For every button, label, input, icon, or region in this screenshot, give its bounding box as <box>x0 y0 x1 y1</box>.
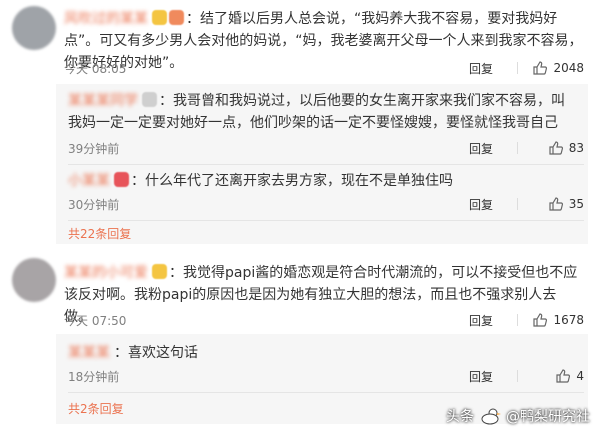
username[interactable]: 某某的小可爱 <box>64 265 148 281</box>
comment-meta: 今天 07:50 回复 1678 <box>64 310 584 330</box>
avatar[interactable] <box>12 258 56 302</box>
reply-text: 某某某同学 ：我哥曾和我妈说过，以后他要的女生离开家来我们家不容易，叫我妈一定一定… <box>68 92 565 131</box>
emoji-icon <box>142 92 157 107</box>
reply-body: 什么年代了还离开家去男方家，现在不是单独住吗 <box>145 173 453 189</box>
watermark: 头条 @鸭梨研究社 <box>446 406 590 426</box>
divider <box>517 314 518 326</box>
like-count: 2048 <box>553 61 584 75</box>
reply-thread: 某某某同学 ：我哥曾和我妈说过，以后他要的女生离开家来我们家不容易，叫我妈一定一定… <box>56 84 588 244</box>
watermark-account: @鸭梨研究社 <box>506 409 590 425</box>
like-button[interactable]: 4 <box>530 369 584 383</box>
divider <box>517 198 518 210</box>
emoji-icon <box>152 264 167 279</box>
reply-meta: 39分钟前 回复 83 <box>68 138 584 158</box>
divider <box>517 142 518 154</box>
username[interactable]: 某某某 <box>68 345 110 361</box>
like-count: 4 <box>576 369 584 383</box>
thumbs-up-icon <box>556 369 571 383</box>
reply-meta: 18分钟前 回复 4 <box>68 366 584 386</box>
reply-text: 某某某 ：喜欢这句话 <box>68 345 198 361</box>
emoji-icon <box>114 172 129 187</box>
timestamp: 今天 08:05 <box>64 61 127 76</box>
more-replies-link[interactable]: 共22条回复 <box>68 225 131 242</box>
username[interactable]: 某某某同学 <box>68 93 138 109</box>
reply-button[interactable]: 回复 <box>457 368 505 385</box>
thumbs-up-icon <box>533 61 548 75</box>
like-button[interactable]: 2048 <box>530 61 584 75</box>
timestamp: 39分钟前 <box>68 141 120 156</box>
avatar[interactable] <box>12 6 56 50</box>
like-count: 83 <box>568 141 584 155</box>
like-count: 1678 <box>553 313 584 327</box>
divider <box>517 370 518 382</box>
username[interactable]: 风吹过的某某 <box>64 11 148 27</box>
reply-button[interactable]: 回复 <box>457 196 505 213</box>
like-button[interactable]: 1678 <box>530 313 584 327</box>
divider <box>68 220 584 221</box>
reply-button[interactable]: 回复 <box>457 60 505 77</box>
reply-body: 喜欢这句话 <box>128 345 198 361</box>
watermark-prefix: 头条 <box>446 409 474 425</box>
username[interactable]: 小某某 <box>68 173 110 189</box>
reply-meta: 30分钟前 回复 35 <box>68 194 584 214</box>
timestamp: 18分钟前 <box>68 369 120 384</box>
more-replies-link[interactable]: 共2条回复 <box>68 400 124 417</box>
reply-text: 小某某 ：什么年代了还离开家去男方家，现在不是单独住吗 <box>68 172 453 189</box>
timestamp: 30分钟前 <box>68 197 120 212</box>
reply-button[interactable]: 回复 <box>457 140 505 157</box>
like-count: 35 <box>568 197 584 211</box>
divider <box>517 62 518 74</box>
thumbs-up-icon <box>549 141 563 155</box>
thumbs-up-icon <box>533 313 548 327</box>
duck-logo-icon <box>481 408 501 425</box>
like-button[interactable]: 83 <box>530 141 584 155</box>
divider <box>68 164 584 165</box>
divider <box>68 392 584 393</box>
reply-button[interactable]: 回复 <box>457 312 505 329</box>
comment-meta: 今天 08:05 回复 2048 <box>64 58 584 78</box>
timestamp: 今天 07:50 <box>64 313 127 328</box>
thumbs-up-icon <box>549 197 563 211</box>
emoji-icon <box>152 10 167 25</box>
emoji-icon <box>169 10 184 25</box>
like-button[interactable]: 35 <box>530 197 584 211</box>
